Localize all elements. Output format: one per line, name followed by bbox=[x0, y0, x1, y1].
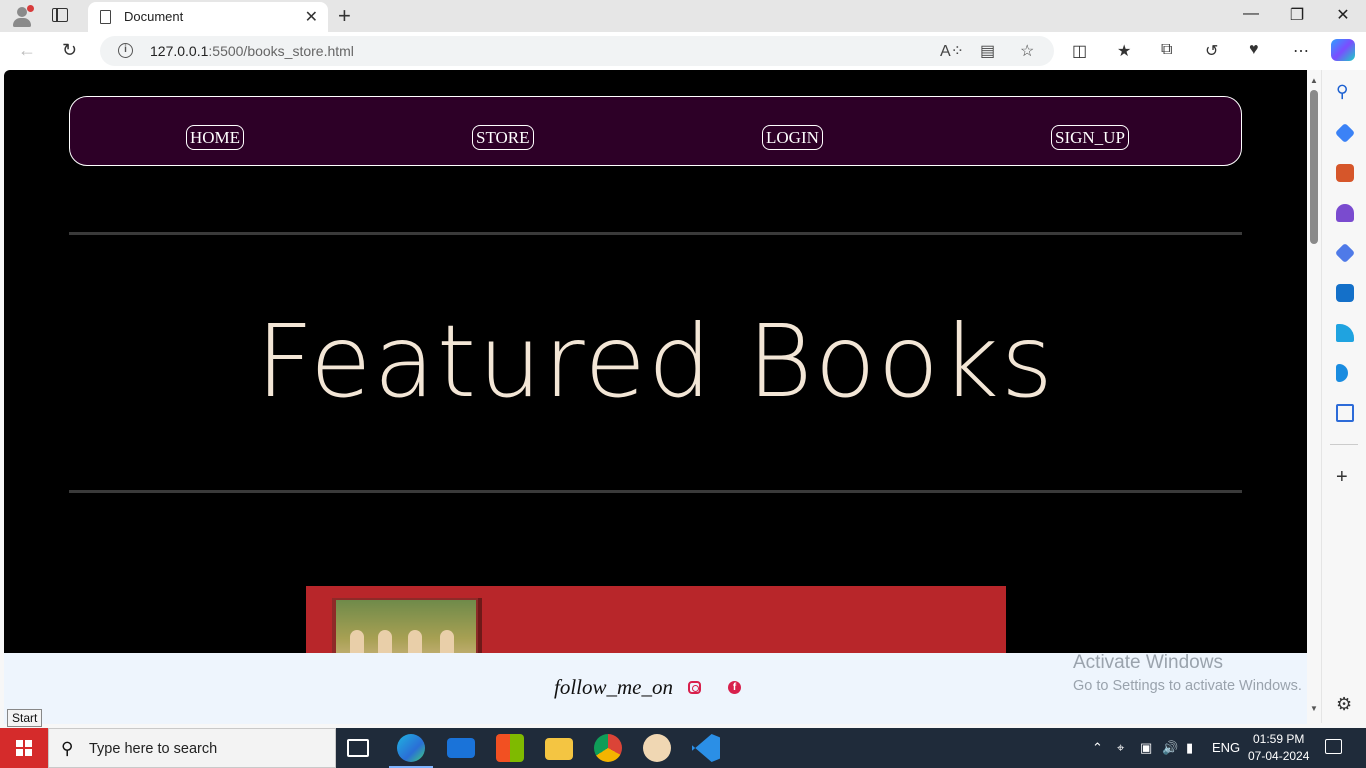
scrollbar-thumb[interactable] bbox=[1310, 90, 1318, 244]
scroll-down-arrow-icon[interactable]: ▼ bbox=[1310, 704, 1318, 713]
favorite-star-icon[interactable]: ☆ bbox=[1020, 41, 1034, 61]
sidebar-outlook-icon[interactable] bbox=[1336, 284, 1354, 302]
system-clock[interactable]: 01:59 PM 07-04-2024 bbox=[1248, 731, 1309, 765]
sidebar-tools-icon[interactable] bbox=[1336, 164, 1354, 182]
nav-home-button[interactable]: HOME bbox=[186, 125, 245, 150]
activate-windows-watermark: Activate Windows Go to Settings to activ… bbox=[1073, 652, 1302, 694]
windows-logo-icon bbox=[16, 740, 32, 756]
activate-windows-title: Activate Windows bbox=[1073, 652, 1223, 673]
close-window-button[interactable]: ✕ bbox=[1320, 5, 1366, 25]
store-taskbar-icon[interactable] bbox=[496, 734, 524, 762]
activate-windows-subtitle: Go to Settings to activate Windows. bbox=[1073, 678, 1302, 694]
mail-taskbar-icon[interactable] bbox=[447, 738, 475, 758]
sidebar-microsoft365-icon[interactable] bbox=[1334, 242, 1356, 264]
nav-signup-button[interactable]: SIGN_UP bbox=[1051, 125, 1129, 150]
bottom-divider bbox=[69, 490, 1242, 493]
clock-time: 01:59 PM bbox=[1253, 732, 1305, 746]
instagram-icon[interactable] bbox=[688, 681, 701, 694]
profile-icon[interactable] bbox=[10, 4, 34, 28]
language-indicator[interactable]: ENG bbox=[1212, 740, 1240, 755]
page-footer: follow_me_on f Activate Windows Go to Se… bbox=[4, 652, 1307, 724]
minimize-button[interactable]: — bbox=[1228, 5, 1274, 23]
battery-icon[interactable]: ▮ bbox=[1186, 740, 1193, 756]
edge-taskbar-icon[interactable] bbox=[389, 734, 433, 768]
browser-tab-document[interactable]: Document ✕ bbox=[88, 2, 328, 32]
taskbar-search-box[interactable]: ⚲ Type here to search bbox=[48, 728, 336, 768]
volume-icon[interactable]: 🔊 bbox=[1162, 740, 1178, 756]
tab-actions-icon[interactable] bbox=[52, 8, 68, 22]
browser-toolbar: ← ↻ i 127.0.0.1:5500/books_store.html A⁘… bbox=[0, 32, 1366, 70]
close-tab-icon[interactable]: ✕ bbox=[305, 7, 318, 27]
tab-title: Document bbox=[124, 9, 184, 24]
restore-button[interactable]: ❐ bbox=[1274, 5, 1320, 25]
sidebar-designer-icon[interactable] bbox=[1336, 404, 1354, 422]
url-path: :5500/books_store.html bbox=[208, 43, 354, 59]
back-button[interactable]: ← bbox=[18, 40, 36, 61]
tray-expand-icon[interactable]: ⌃ bbox=[1092, 740, 1103, 756]
task-view-icon[interactable] bbox=[347, 739, 369, 757]
follow-me-text: follow_me_on bbox=[554, 675, 673, 699]
url-text[interactable]: 127.0.0.1:5500/books_store.html bbox=[150, 43, 354, 59]
favorites-icon[interactable]: ★ bbox=[1117, 41, 1131, 61]
browser-essentials-icon[interactable]: ♥ bbox=[1249, 41, 1259, 59]
page-icon bbox=[100, 10, 111, 24]
facebook-icon[interactable]: f bbox=[728, 681, 741, 694]
sidebar-drop-icon[interactable] bbox=[1336, 324, 1354, 342]
start-tooltip: Start bbox=[7, 709, 43, 727]
featured-books-heading: Featured Books bbox=[4, 302, 1307, 422]
vscode-taskbar-icon[interactable] bbox=[692, 734, 720, 762]
edge-sidebar: ⚲ + ⚙ bbox=[1321, 70, 1366, 723]
new-tab-button[interactable]: + bbox=[338, 3, 351, 29]
paint-taskbar-icon[interactable] bbox=[643, 734, 671, 762]
top-divider bbox=[69, 232, 1242, 235]
page-scrollbar[interactable]: ▲ ▼ bbox=[1307, 70, 1321, 723]
more-menu-icon[interactable]: ⋯ bbox=[1293, 41, 1309, 61]
hero-title: Featured Books bbox=[256, 303, 1055, 420]
sidebar-settings-icon[interactable]: ⚙ bbox=[1336, 694, 1352, 715]
nav-login-button[interactable]: LOGIN bbox=[762, 125, 823, 150]
url-host: 127.0.0.1 bbox=[150, 43, 209, 59]
notifications-icon[interactable] bbox=[1325, 739, 1342, 754]
start-button[interactable] bbox=[0, 728, 48, 768]
site-info-icon[interactable]: i bbox=[118, 43, 133, 58]
taskbar-search-placeholder: Type here to search bbox=[89, 741, 218, 757]
refresh-button[interactable]: ↻ bbox=[62, 40, 77, 61]
immersive-reader-icon[interactable]: ▤ bbox=[980, 41, 995, 61]
sidebar-separator bbox=[1330, 444, 1358, 445]
file-explorer-taskbar-icon[interactable] bbox=[545, 738, 573, 760]
chrome-taskbar-icon[interactable] bbox=[594, 734, 622, 762]
history-icon[interactable]: ↺ bbox=[1205, 41, 1218, 61]
scroll-up-arrow-icon[interactable]: ▲ bbox=[1310, 76, 1318, 85]
copilot-icon[interactable] bbox=[1331, 39, 1355, 61]
sidebar-games-icon[interactable] bbox=[1336, 204, 1354, 222]
nav-store-button[interactable]: STORE bbox=[472, 125, 534, 150]
sidebar-bing-icon[interactable] bbox=[1336, 364, 1348, 382]
sidebar-add-icon[interactable]: + bbox=[1336, 466, 1348, 489]
collections-icon[interactable]: ⧉ bbox=[1161, 41, 1172, 59]
network-icon[interactable]: ⌖ bbox=[1117, 740, 1124, 756]
page-viewport: HOME STORE LOGIN SIGN_UP Featured Books bbox=[4, 70, 1307, 723]
meet-now-icon[interactable]: ▣ bbox=[1140, 740, 1152, 756]
sidebar-shopping-icon[interactable] bbox=[1334, 122, 1356, 144]
split-screen-icon[interactable]: ◫ bbox=[1072, 41, 1087, 61]
sidebar-search-icon[interactable]: ⚲ bbox=[1336, 82, 1354, 101]
address-bar[interactable]: i 127.0.0.1:5500/books_store.html A⁘ ▤ ☆ bbox=[100, 36, 1054, 66]
windows-taskbar: ⚲ Type here to search ⌃ ⌖ ▣ 🔊 ▮ ENG 01:5… bbox=[0, 728, 1366, 768]
browser-tab-strip: Document ✕ + — ❐ ✕ bbox=[0, 0, 1366, 32]
read-aloud-icon[interactable]: A⁘ bbox=[940, 41, 964, 61]
site-navbar: HOME STORE LOGIN SIGN_UP bbox=[69, 96, 1242, 166]
search-icon: ⚲ bbox=[61, 739, 74, 758]
clock-date: 07-04-2024 bbox=[1248, 749, 1310, 763]
